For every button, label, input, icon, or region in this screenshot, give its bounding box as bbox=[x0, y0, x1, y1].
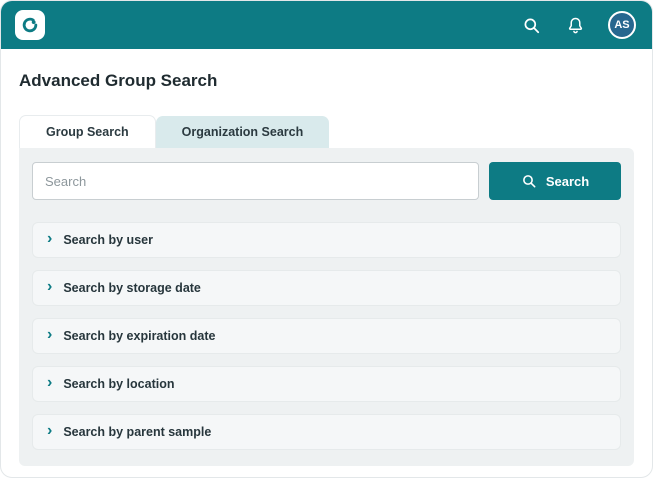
search-button-label: Search bbox=[545, 173, 590, 189]
top-bar-actions: AS bbox=[520, 11, 636, 39]
app-logo[interactable] bbox=[15, 10, 45, 40]
accordion-label: Search by storage date bbox=[63, 281, 201, 295]
accordion-search-by-location[interactable]: › Search by location bbox=[32, 366, 621, 402]
avatar[interactable]: AS bbox=[608, 11, 636, 39]
accordion-search-by-user[interactable]: › Search by user bbox=[32, 222, 621, 258]
top-bar: AS bbox=[1, 1, 652, 49]
chevron-right-icon: › bbox=[47, 326, 53, 343]
search-button[interactable]: Search bbox=[489, 162, 621, 200]
accordion-label: Search by user bbox=[63, 233, 153, 247]
chevron-right-icon: › bbox=[47, 278, 53, 295]
app-window: AS Advanced Group Search Group Search Or… bbox=[0, 0, 653, 478]
search-row: Search bbox=[32, 162, 621, 200]
accordion-search-by-parent-sample[interactable]: › Search by parent sample bbox=[32, 414, 621, 450]
tab-group-search[interactable]: Group Search bbox=[19, 115, 156, 148]
accordion-list: › Search by user › Search by storage dat… bbox=[32, 222, 621, 450]
logo-swirl-icon bbox=[20, 15, 40, 35]
chevron-right-icon: › bbox=[47, 230, 53, 247]
accordion-search-by-storage-date[interactable]: › Search by storage date bbox=[32, 270, 621, 306]
search-icon[interactable] bbox=[520, 14, 542, 36]
tab-organization-search[interactable]: Organization Search bbox=[155, 116, 330, 148]
tab-strip: Group Search Organization Search bbox=[19, 115, 634, 148]
main-content: Advanced Group Search Group Search Organ… bbox=[1, 49, 652, 477]
accordion-label: Search by parent sample bbox=[63, 425, 212, 439]
search-input[interactable] bbox=[32, 162, 479, 200]
bell-icon[interactable] bbox=[564, 14, 586, 36]
accordion-label: Search by expiration date bbox=[63, 329, 216, 343]
chevron-right-icon: › bbox=[47, 374, 53, 391]
search-icon bbox=[521, 173, 537, 189]
accordion-label: Search by location bbox=[63, 377, 175, 391]
search-panel: Search › Search by user › Search by stor… bbox=[19, 148, 634, 466]
accordion-search-by-expiration-date[interactable]: › Search by expiration date bbox=[32, 318, 621, 354]
chevron-right-icon: › bbox=[47, 422, 53, 439]
page-title: Advanced Group Search bbox=[19, 71, 218, 90]
